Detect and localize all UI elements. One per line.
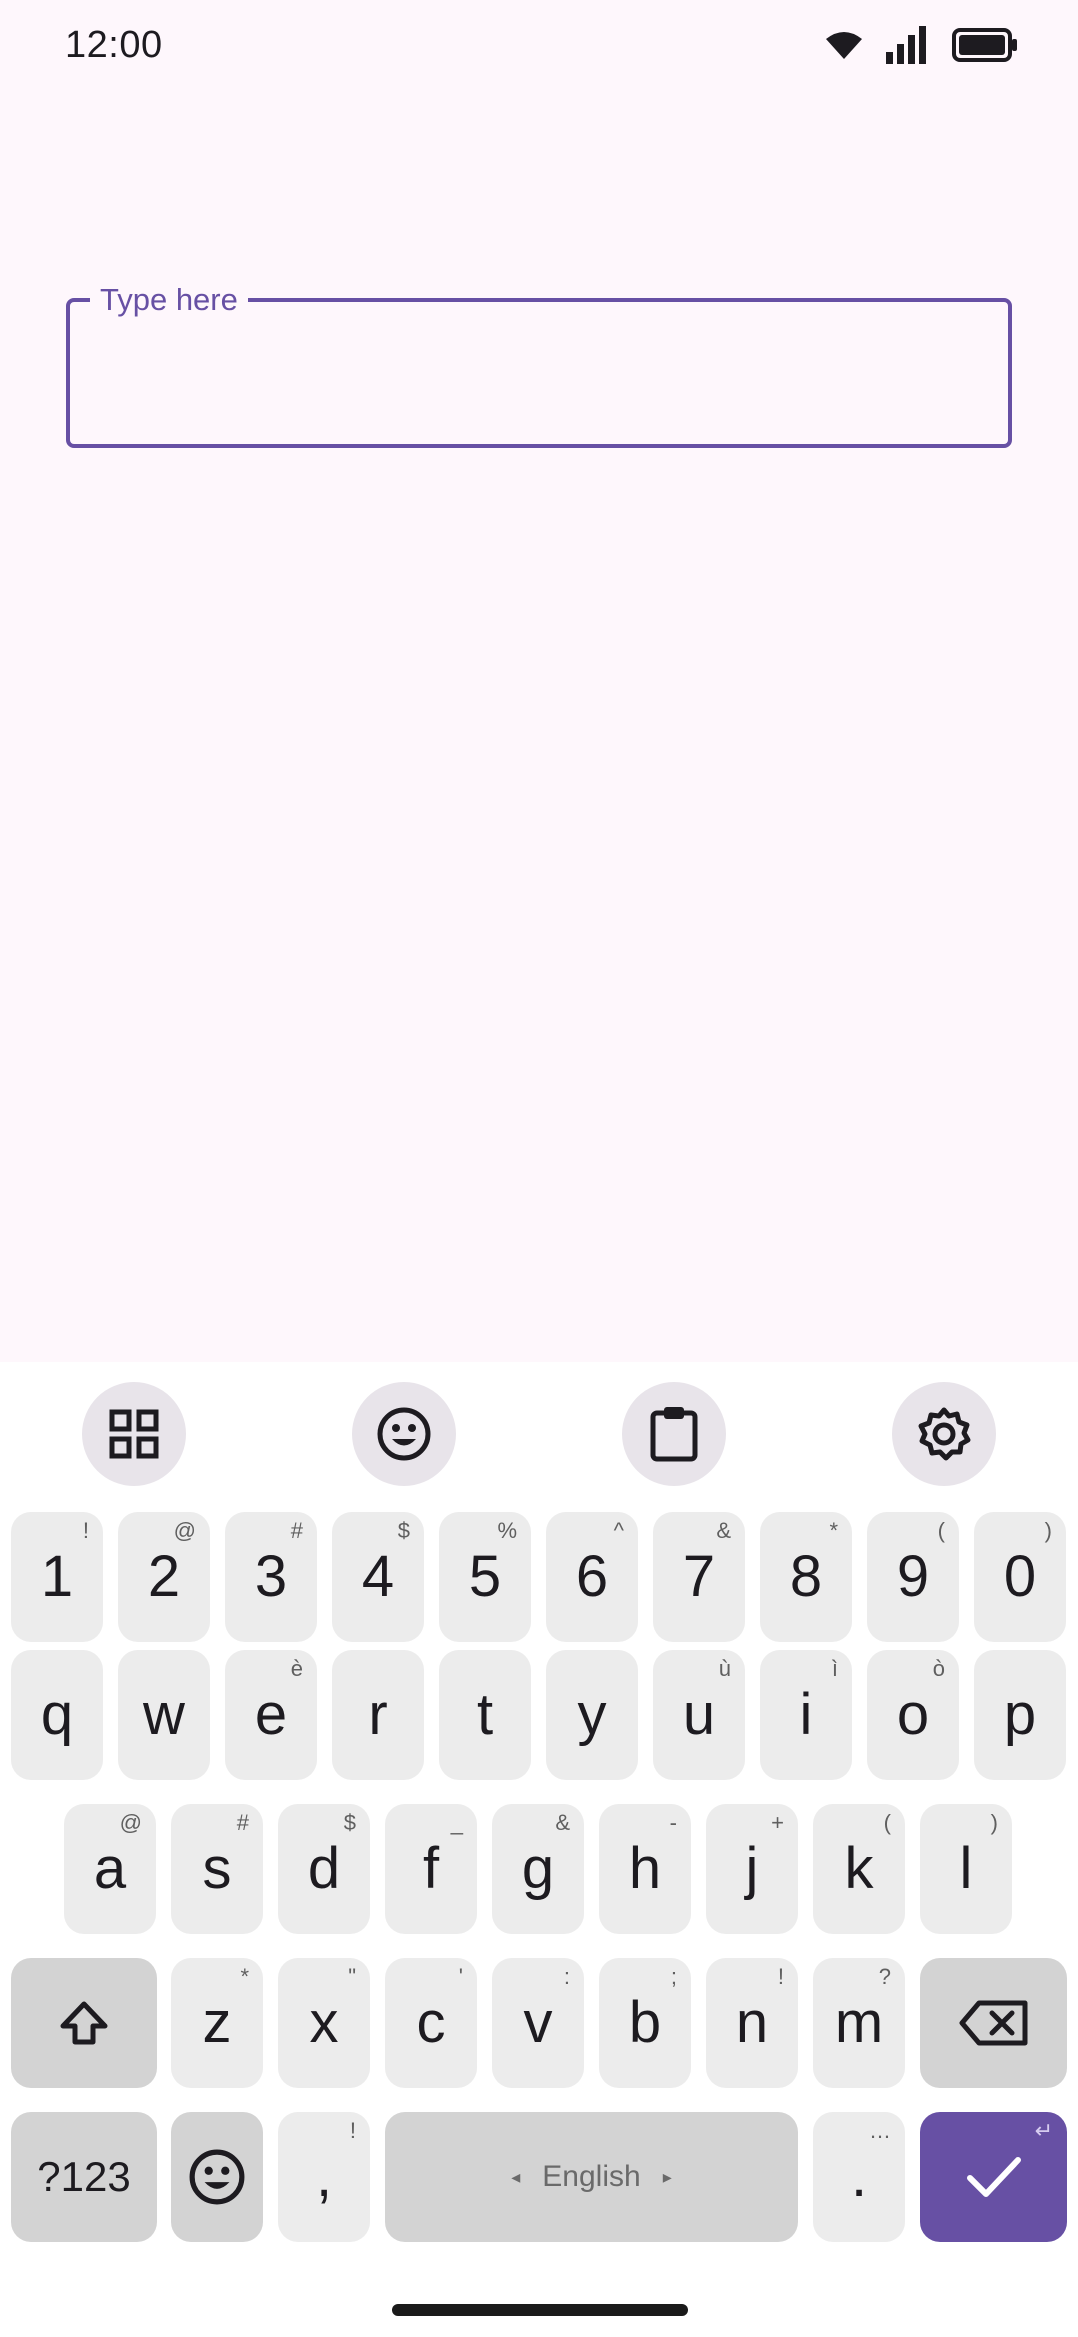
language-left-arrow-icon: ◂: [511, 2166, 521, 2187]
key-t[interactable]: t: [439, 1650, 531, 1780]
key-m[interactable]: m?: [813, 1958, 905, 2088]
key-j[interactable]: j +: [706, 1804, 798, 1934]
text-input-field[interactable]: Type here: [66, 280, 1012, 448]
key-5[interactable]: 5%: [439, 1512, 531, 1642]
key-k[interactable]: k(: [813, 1804, 905, 1934]
cellular-signal-icon: [886, 26, 926, 64]
key-0[interactable]: 0): [974, 1512, 1066, 1642]
key-3[interactable]: 3 #: [225, 1512, 317, 1642]
key-w[interactable]: w: [118, 1650, 210, 1780]
gesture-navigation-bar[interactable]: [392, 2304, 688, 2316]
apps-grid-icon: [109, 1409, 159, 1459]
period-key[interactable]: .…: [813, 2112, 905, 2242]
emoji-icon: [189, 2149, 245, 2205]
key-z[interactable]: z *: [171, 1958, 263, 2088]
emoji-icon: [377, 1407, 431, 1461]
wifi-icon: [826, 32, 862, 59]
screen: 12:00 Type here 1 ! 2 @ 3 # 4 $ 5 % 6 ^ …: [0, 0, 1078, 2337]
key-2[interactable]: 2 @: [118, 1512, 210, 1642]
comma-key[interactable]: ,!: [278, 2112, 370, 2242]
status-bar: 12:00: [0, 0, 1078, 98]
key-c[interactable]: c ': [385, 1958, 477, 2088]
key-s[interactable]: s #: [171, 1804, 263, 1934]
key-n[interactable]: n!: [706, 1958, 798, 2088]
key-8[interactable]: 8 *: [760, 1512, 852, 1642]
key-x[interactable]: x ": [278, 1958, 370, 2088]
key-4[interactable]: 4 $: [332, 1512, 424, 1642]
clipboard-button[interactable]: [622, 1382, 726, 1486]
battery-icon: [952, 28, 1017, 62]
key-h[interactable]: h-: [599, 1804, 691, 1934]
key-6[interactable]: 6 ^: [546, 1512, 638, 1642]
enter-done-key[interactable]: ↵: [920, 2112, 1067, 2242]
space-bar[interactable]: ◂ English ▸: [385, 2112, 798, 2242]
key-e[interactable]: eè: [225, 1650, 317, 1780]
apps-grid-button[interactable]: [82, 1382, 186, 1486]
key-v[interactable]: v:: [492, 1958, 584, 2088]
backspace-key[interactable]: [920, 1958, 1067, 2088]
symbols-key[interactable]: ?123: [11, 2112, 157, 2242]
emoji-key[interactable]: [171, 2112, 263, 2242]
text-field-label: Type here: [90, 280, 248, 320]
key-o[interactable]: oò: [867, 1650, 959, 1780]
key-q[interactable]: q: [11, 1650, 103, 1780]
key-b[interactable]: b;: [599, 1958, 691, 2088]
soft-keyboard: 1! 2 @ 3 # 4 $ 5% 6 ^ 7 & 8 * 9( 0) q w eè r t…: [0, 1362, 1078, 2337]
shift-arrow-icon: [60, 2001, 108, 2045]
space-language-label: ◂ English ▸: [511, 2160, 672, 2193]
key-l[interactable]: l): [920, 1804, 1012, 1934]
language-right-arrow-icon: ▸: [662, 2166, 672, 2187]
shift-key[interactable]: [11, 1958, 157, 2088]
key-9[interactable]: 9(: [867, 1512, 959, 1642]
key-f[interactable]: f _: [385, 1804, 477, 1934]
key-1[interactable]: 1!: [11, 1512, 103, 1642]
checkmark-icon: [966, 2157, 1021, 2197]
key-d[interactable]: d $: [278, 1804, 370, 1934]
clipboard-icon: [650, 1407, 698, 1462]
text-input[interactable]: [98, 332, 982, 414]
emoji-toolbar-button[interactable]: [352, 1382, 456, 1486]
key-y[interactable]: y: [546, 1650, 638, 1780]
key-a[interactable]: a @: [64, 1804, 156, 1934]
backspace-icon: [959, 2000, 1027, 2046]
status-icons: [824, 26, 1018, 64]
enter-hint-icon: ↵: [1034, 2118, 1053, 2143]
key-i[interactable]: iì: [760, 1650, 852, 1780]
settings-button[interactable]: [892, 1382, 996, 1486]
status-time: 12:00: [65, 24, 163, 66]
key-7[interactable]: 7 &: [653, 1512, 745, 1642]
key-u[interactable]: uù: [653, 1650, 745, 1780]
settings-gear-icon: [918, 1407, 971, 1461]
key-g[interactable]: g &: [492, 1804, 584, 1934]
key-p[interactable]: p: [974, 1650, 1066, 1780]
key-r[interactable]: r: [332, 1650, 424, 1780]
